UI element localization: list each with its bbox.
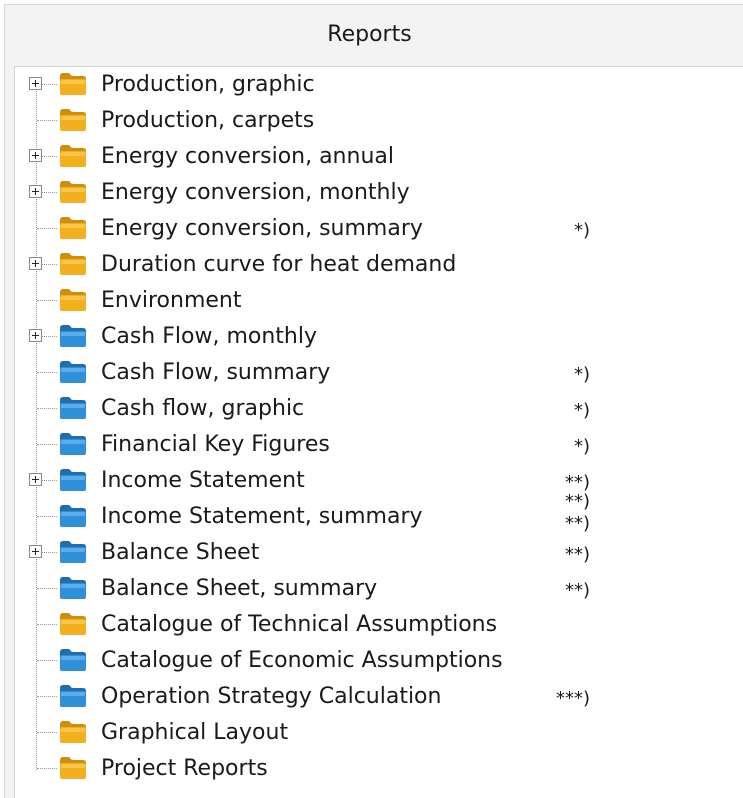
folder-blue-icon <box>60 577 86 599</box>
tree-item[interactable]: Balance Sheet, summary **) <box>0 571 743 607</box>
tree-item-label: Balance Sheet, summary <box>101 576 378 601</box>
tree-item-label: Cash Flow, summary <box>101 360 331 385</box>
footnote-marker: *) <box>573 220 590 241</box>
footnote-marker: *) <box>573 436 590 457</box>
tree-connector <box>37 372 57 373</box>
folder-blue-icon <box>60 469 86 491</box>
tree-item-label: Energy conversion, annual <box>101 144 394 169</box>
folder-yellow-icon <box>60 109 86 131</box>
tree-item-label: Catalogue of Economic Assumptions <box>101 648 503 673</box>
tree-item[interactable]: Income Statement **) <box>0 463 743 499</box>
footnote-marker: ***) <box>555 688 590 709</box>
expand-plus-icon[interactable] <box>29 257 42 270</box>
tree-item[interactable]: Production, graphic <box>0 67 743 103</box>
tree-item-label: Income Statement <box>101 468 305 493</box>
tree-item[interactable]: Catalogue of Economic Assumptions <box>0 643 743 679</box>
tree-item-label: Graphical Layout <box>101 720 289 745</box>
tree-item[interactable]: Balance Sheet **) <box>0 535 743 571</box>
tree-connector <box>37 732 57 733</box>
tree-item-label: Environment <box>101 288 242 313</box>
folder-yellow-icon <box>60 217 86 239</box>
tree-item[interactable]: Energy conversion, summary *) <box>0 211 743 247</box>
tree-connector <box>37 768 57 769</box>
tree-item[interactable]: Energy conversion, annual <box>0 139 743 175</box>
tree-connector <box>37 444 57 445</box>
folder-yellow-icon <box>60 757 86 779</box>
tree-connector <box>37 300 57 301</box>
folder-blue-icon <box>60 325 86 347</box>
tree-item-label: Duration curve for heat demand <box>101 252 457 277</box>
tree-item-label: Balance Sheet <box>101 540 260 565</box>
tree-item-label: Cash flow, graphic <box>101 396 305 421</box>
folder-blue-icon <box>60 649 86 671</box>
tree-item-label: Financial Key Figures <box>101 432 330 457</box>
tree-connector <box>37 228 57 229</box>
tree-item-label: Project Reports <box>101 756 268 781</box>
footnote-marker: **) <box>564 580 590 601</box>
folder-yellow-icon <box>60 289 86 311</box>
folder-yellow-icon <box>60 721 86 743</box>
footnote-marker: *) <box>573 400 590 421</box>
folder-yellow-icon <box>60 253 86 275</box>
tree-item-label: Catalogue of Technical Assumptions <box>101 612 498 637</box>
tree-item[interactable]: Catalogue of Technical Assumptions <box>0 607 743 643</box>
folder-blue-icon <box>60 397 86 419</box>
tree-item[interactable]: Graphical Layout <box>0 715 743 751</box>
expand-plus-icon[interactable] <box>29 149 42 162</box>
expand-plus-icon[interactable] <box>29 329 42 342</box>
expand-plus-icon[interactable] <box>29 545 42 558</box>
tree-item-label: Operation Strategy Calculation <box>101 684 442 709</box>
tree-item[interactable]: Energy conversion, monthly <box>0 175 743 211</box>
tree-item[interactable]: Environment <box>0 283 743 319</box>
tree-item[interactable]: Production, carpets <box>0 103 743 139</box>
tree-item-label: Income Statement, summary <box>101 504 423 529</box>
tree-item[interactable]: Cash Flow, summary *) <box>0 355 743 391</box>
panel-title: Reports <box>327 22 412 47</box>
footnote-marker: **) <box>564 544 590 565</box>
expand-plus-icon[interactable] <box>29 185 42 198</box>
folder-blue-icon <box>60 505 86 527</box>
tree-item-label: Production, graphic <box>101 72 315 97</box>
tree-connector <box>37 660 57 661</box>
folder-blue-icon <box>60 361 86 383</box>
tree-item[interactable]: Income Statement, summary **) **) <box>0 491 743 535</box>
tree-item[interactable]: Project Reports <box>0 751 743 787</box>
tree-connector <box>37 588 57 589</box>
expand-plus-icon[interactable] <box>29 473 42 486</box>
tree-connector <box>37 120 57 121</box>
tree-item-label: Cash Flow, monthly <box>101 324 317 349</box>
tree-item[interactable]: Operation Strategy Calculation ***) <box>0 679 743 715</box>
tree-item[interactable]: Duration curve for heat demand <box>0 247 743 283</box>
tree-item-label: Production, carpets <box>101 108 315 133</box>
tree-connector <box>37 696 57 697</box>
folder-yellow-icon <box>60 145 86 167</box>
footnote-marker: *) <box>573 364 590 385</box>
expand-plus-icon[interactable] <box>29 77 42 90</box>
tree-item[interactable]: Cash Flow, monthly <box>0 319 743 355</box>
folder-blue-icon <box>60 685 86 707</box>
folder-yellow-icon <box>60 613 86 635</box>
tree-connector <box>37 624 57 625</box>
tree-connector <box>37 408 57 409</box>
tree-item[interactable]: Cash flow, graphic *) <box>0 391 743 427</box>
folder-blue-icon <box>60 541 86 563</box>
folder-yellow-icon <box>60 73 86 95</box>
tree-item[interactable]: Financial Key Figures *) <box>0 427 743 463</box>
tree-item-label: Energy conversion, summary <box>101 216 423 241</box>
tree-connector <box>37 516 57 517</box>
footnote-marker: **) **) <box>564 491 590 534</box>
folder-yellow-icon <box>60 181 86 203</box>
folder-blue-icon <box>60 433 86 455</box>
tree-item-label: Energy conversion, monthly <box>101 180 410 205</box>
